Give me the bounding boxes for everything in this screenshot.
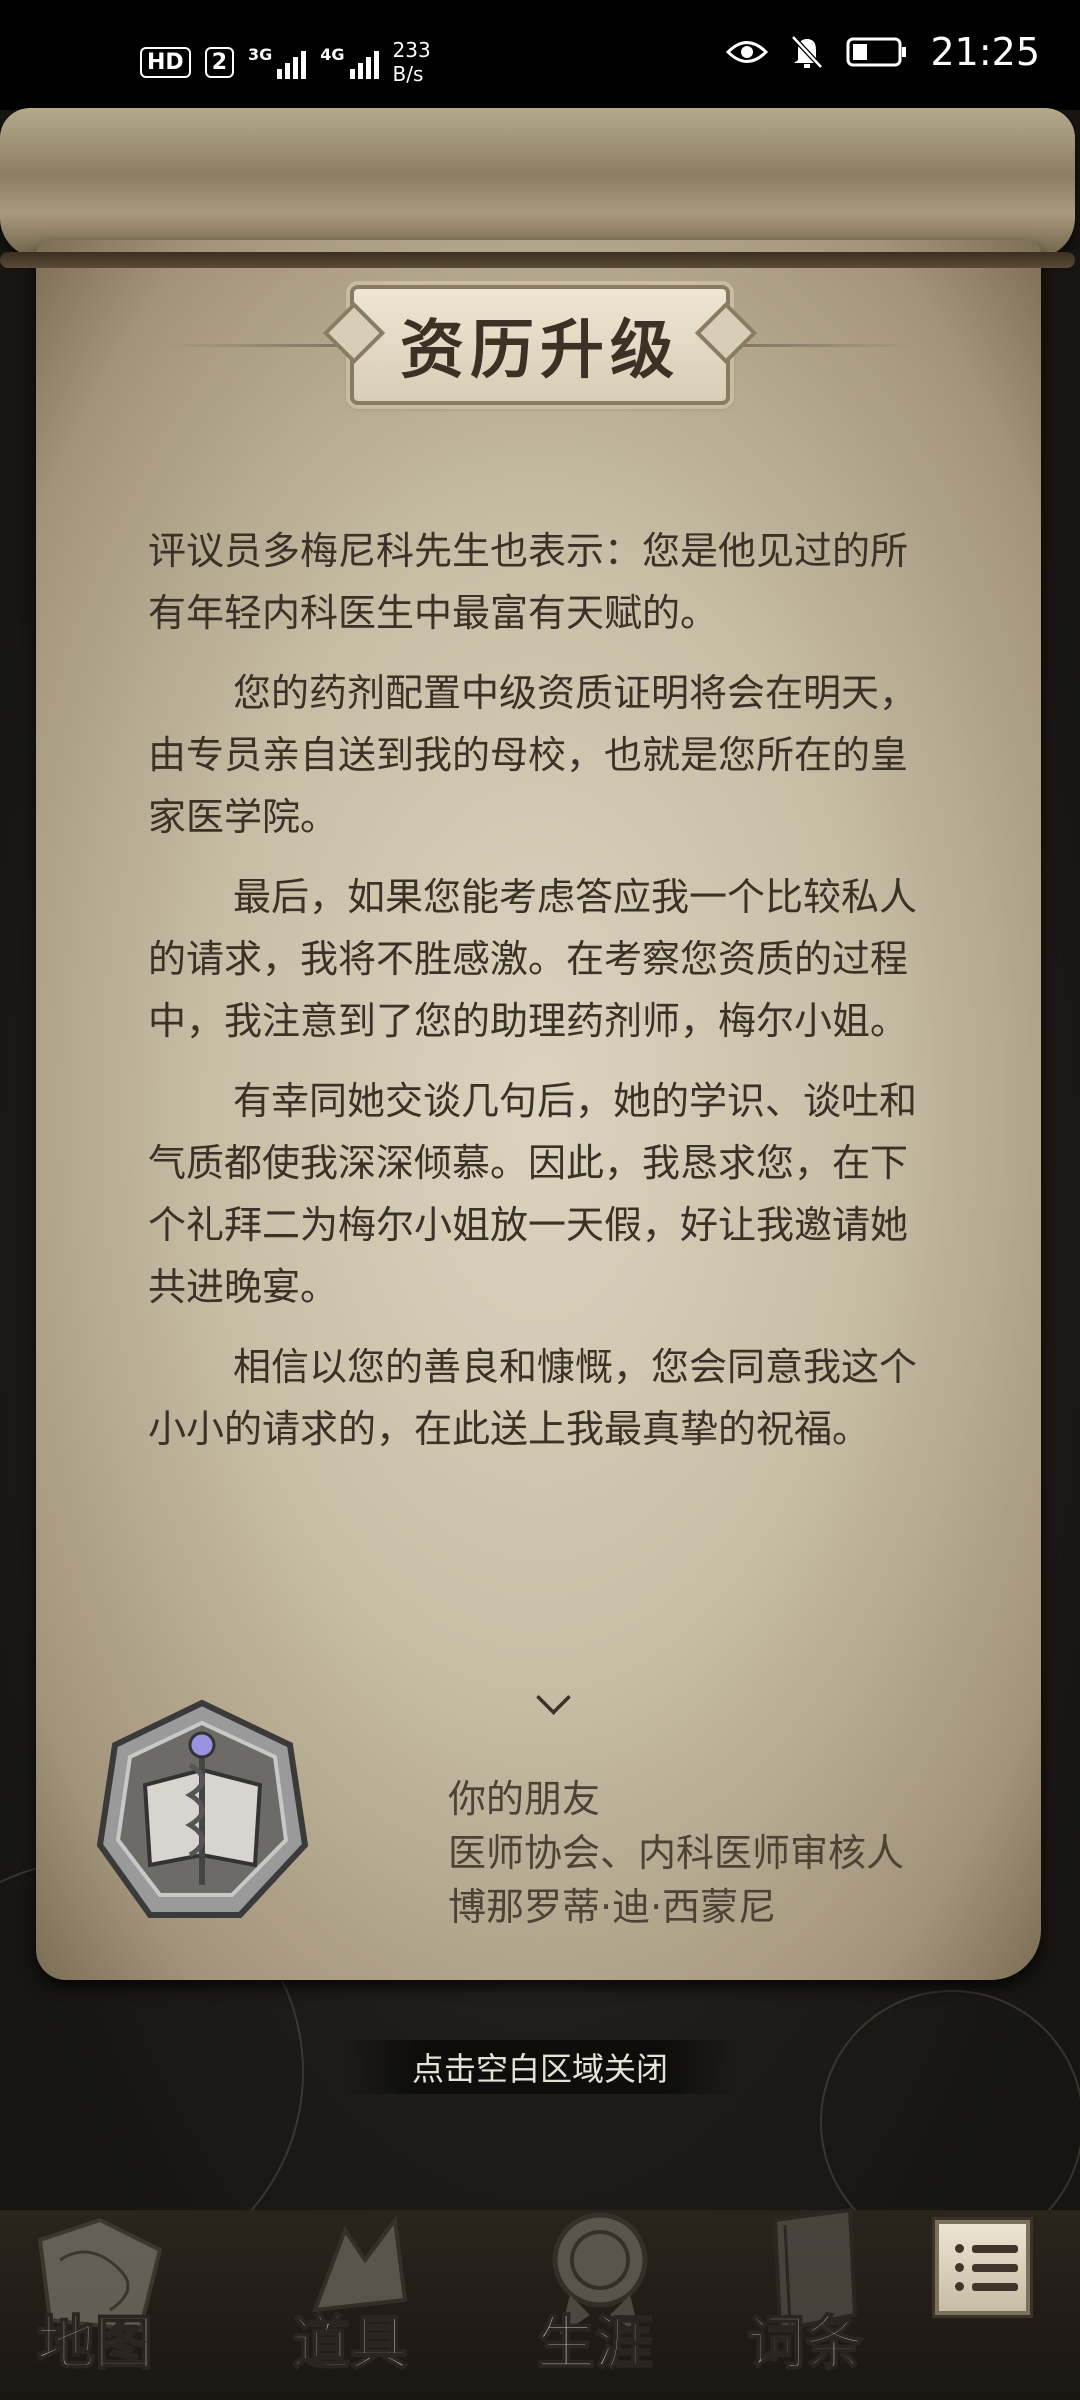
scroll-rod — [0, 252, 1075, 268]
network-speed: 233 B/s — [393, 38, 431, 86]
letter-paragraph: 有幸同她交谈几句后，她的学识、谈吐和气质都使我深深倾慕。因此，我恳求您，在下个礼… — [148, 1079, 918, 1309]
sim-badge: 2 — [204, 46, 234, 78]
list-menu-icon — [955, 2244, 1026, 2253]
signature-closing: 你的朋友 — [448, 1777, 601, 1821]
nav-career-label: 生涯 — [536, 2308, 654, 2378]
clock: 21:25 — [930, 30, 1040, 74]
net-4g-label: 4G — [320, 45, 345, 64]
letter-paragraph: 您的药剂配置中级资质证明将会在明天，由专员亲自送到我的母校，也就是您所在的皇家医… — [148, 671, 918, 839]
dialog-title-banner: 资历升级 — [165, 285, 915, 405]
signal-4g-icon: 4G — [320, 45, 379, 79]
nav-items-label: 道具 — [291, 2308, 409, 2378]
nav-items-button[interactable]: 道具 — [255, 2190, 445, 2400]
status-left: HD 2 3G 4G 233 B/s — [140, 38, 431, 86]
hd-badge: HD — [140, 46, 191, 78]
signal-3g-icon: 3G — [248, 45, 307, 79]
nav-glossary-label: 词条 — [746, 2308, 864, 2378]
close-hint: 点击空白区域关闭 — [340, 2040, 740, 2094]
letter-paragraph: 相信以您的善良和慷慨，您会同意我这个小小的请求的，在此送上我最真挚的祝福。 — [148, 1345, 918, 1451]
list-menu-button[interactable] — [935, 2220, 1030, 2315]
title-plate: 资历升级 — [350, 285, 730, 405]
signature-name: 博那罗蒂·迪·西蒙尼 — [448, 1885, 777, 1929]
physician-association-badge-icon — [96, 1699, 309, 1918]
letter-paragraph: 最后，如果您能考虑答应我一个比较私人的请求，我将不胜感激。在考察您资质的过程中，… — [148, 875, 918, 1043]
bell-muted-icon — [791, 35, 824, 69]
status-right: 21:25 — [726, 30, 1040, 74]
eye-icon — [726, 41, 769, 63]
nav-career-button[interactable]: 生涯 — [500, 2190, 690, 2400]
net-3g-label: 3G — [248, 45, 273, 64]
speed-unit: B/s — [392, 62, 424, 86]
scroll-roll — [0, 108, 1075, 258]
nav-map-button[interactable]: 地图 — [0, 2190, 190, 2400]
dialog-title: 资历升级 — [400, 313, 680, 388]
nav-glossary-button[interactable]: 词条 — [710, 2190, 900, 2400]
letter-paragraph: 评议员多梅尼科先生也表示：您是他见过的所有年轻内科医生中最富有天赋的。 — [148, 529, 909, 635]
battery-icon — [846, 37, 907, 67]
signature-title: 医师协会、内科医师审核人 — [448, 1831, 905, 1875]
nav-map-label: 地图 — [36, 2308, 154, 2378]
letter-signature: 你的朋友 医师协会、内科医师审核人 博那罗蒂·迪·西蒙尼 — [448, 1772, 904, 1934]
status-bar: HD 2 3G 4G 233 B/s 21:25 — [0, 0, 1080, 110]
speed-value: 233 — [392, 38, 431, 62]
letter-body: 评议员多梅尼科先生也表示：您是他见过的所有年轻内科医生中最富有天赋的。 您的药剂… — [148, 520, 918, 1478]
